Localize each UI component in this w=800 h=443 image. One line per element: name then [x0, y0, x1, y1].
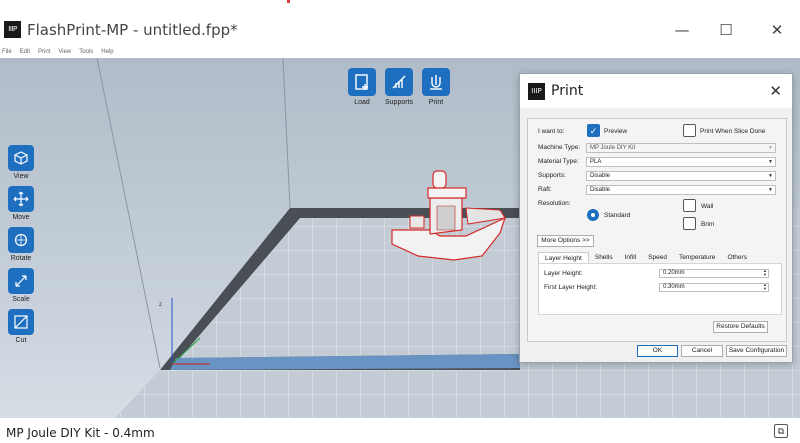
brim-checkbox[interactable] — [683, 217, 696, 230]
title-bar: IIIP FlashPrint-MP - untitled.fpp* — ☐ ✕ — [0, 0, 800, 46]
machine-type-select[interactable]: MP Joule DIY Kit ▼ — [586, 143, 776, 153]
supports-value: Disable — [590, 173, 611, 179]
window-title: FlashPrint-MP - untitled.fpp* — [27, 21, 238, 39]
chevron-down-icon: ▼ — [768, 173, 773, 179]
chevron-down-icon: ▼ — [768, 145, 773, 151]
frame-edge-back — [282, 58, 291, 209]
machine-type-value: MP Joule DIY Kit — [590, 145, 636, 151]
print-icon[interactable] — [422, 68, 450, 96]
material-type-label: Material Type: — [538, 158, 579, 165]
move-tool[interactable]: Move — [6, 186, 36, 221]
load-tool[interactable]: Load — [342, 68, 382, 106]
supports-icon[interactable] — [385, 68, 413, 96]
cut-tool[interactable]: Cut — [6, 309, 36, 344]
material-type-value: PLA — [590, 159, 602, 165]
load-icon[interactable] — [348, 68, 376, 96]
preview-label: Preview — [604, 128, 628, 135]
menu-tools[interactable]: Tools — [79, 46, 93, 58]
cancel-button[interactable]: Cancel — [681, 345, 723, 357]
app-logo: IIIP — [4, 21, 21, 38]
view-label: View — [13, 173, 29, 180]
minimize-button[interactable]: — — [674, 22, 690, 38]
dialog-title-bar: IIIP Print ✕ — [520, 74, 792, 108]
wall-label: Wall — [701, 203, 714, 210]
tab-layer-height[interactable]: Layer Height — [538, 252, 589, 263]
spinner-arrows-icon[interactable]: ▲ ▼ — [763, 269, 767, 277]
settings-tabs: Layer Height Shells Infill Speed Tempera… — [538, 252, 753, 263]
supports-tool[interactable]: Supports — [379, 68, 419, 106]
first-layer-height-spinbox[interactable]: 0.30mm ▲ ▼ — [659, 283, 769, 292]
status-expand-icon[interactable]: ⧉ — [774, 424, 788, 438]
i-want-to-label: I want to: — [538, 128, 565, 135]
cut-label: Cut — [15, 337, 27, 344]
menu-file[interactable]: File — [2, 46, 12, 58]
first-layer-height-value: 0.30mm — [663, 284, 685, 290]
scale-icon[interactable] — [8, 268, 34, 294]
chevron-down-icon: ▼ — [768, 187, 773, 193]
indicator-dot — [287, 0, 290, 3]
cut-icon[interactable] — [8, 309, 34, 335]
tab-temperature[interactable]: Temperature — [673, 252, 722, 263]
menu-view[interactable]: View — [58, 46, 71, 58]
brim-label: Brim — [701, 221, 715, 228]
move-label: Move — [12, 214, 30, 221]
chevron-down-icon: ▼ — [768, 159, 773, 165]
menu-help[interactable]: Help — [101, 46, 113, 58]
supports-label: Supports: — [538, 172, 566, 179]
more-options-button[interactable]: More Options >> — [537, 235, 594, 247]
dialog-logo: IIIP — [528, 83, 545, 100]
menu-print[interactable]: Print — [38, 46, 50, 58]
supports-select[interactable]: Disable ▼ — [586, 171, 776, 181]
layer-height-spinbox[interactable]: 0.20mm ▲ ▼ — [659, 269, 769, 278]
layer-height-panel: Layer Height: 0.20mm ▲ ▼ First Layer Heigh… — [538, 263, 782, 315]
first-layer-height-label: First Layer Height: — [544, 284, 598, 291]
wall-checkbox[interactable] — [683, 199, 696, 212]
tab-speed[interactable]: Speed — [642, 252, 673, 263]
print-label: Print — [428, 99, 444, 106]
close-button[interactable]: ✕ — [769, 22, 785, 38]
print-when-slice-done-checkbox[interactable] — [683, 124, 696, 137]
move-icon[interactable] — [8, 186, 34, 212]
raft-select[interactable]: Disable ▼ — [586, 185, 776, 195]
maximize-button[interactable]: ☐ — [718, 22, 734, 38]
status-bar: MP Joule DIY Kit - 0.4mm ⧉ — [0, 418, 800, 443]
status-text: MP Joule DIY Kit - 0.4mm — [6, 426, 155, 440]
restore-defaults-button[interactable]: Restore Defaults — [713, 321, 768, 333]
view-tool[interactable]: View — [6, 145, 36, 180]
resolution-label: Resolution: — [538, 200, 571, 207]
machine-type-label: Machine Type: — [538, 144, 581, 151]
layer-height-value: 0.20mm — [663, 270, 685, 276]
menu-bar: File Edit Print View Tools Help — [0, 46, 114, 58]
supports-label: Supports — [384, 99, 414, 106]
raft-label: Raft: — [538, 186, 552, 193]
rotate-icon[interactable] — [8, 227, 34, 253]
scale-tool[interactable]: Scale — [6, 268, 36, 303]
menu-edit[interactable]: Edit — [20, 46, 30, 58]
dialog-title: Print — [551, 83, 584, 99]
print-tool[interactable]: Print — [416, 68, 456, 106]
preview-checkbox[interactable]: ✓ — [587, 124, 600, 137]
tab-shells[interactable]: Shells — [589, 252, 619, 263]
tab-infill[interactable]: Infill — [619, 252, 643, 263]
material-type-select[interactable]: PLA ▼ — [586, 157, 776, 167]
spinner-arrows-icon[interactable]: ▲ ▼ — [763, 283, 767, 291]
ok-button[interactable]: OK — [637, 345, 678, 357]
raft-value: Disable — [590, 187, 611, 193]
frame-edge-left — [96, 58, 161, 369]
load-label: Load — [354, 99, 370, 106]
cube-view-icon[interactable] — [8, 145, 34, 171]
save-configuration-button[interactable]: Save Configuration — [726, 345, 787, 357]
rotate-label: Rotate — [10, 255, 32, 262]
layer-height-label: Layer Height: — [544, 270, 583, 277]
print-when-slice-done-label: Print When Slice Done — [700, 128, 766, 135]
svg-text:z: z — [159, 302, 162, 308]
dialog-close-button[interactable]: ✕ — [769, 82, 782, 100]
tab-others[interactable]: Others — [721, 252, 753, 263]
standard-radio[interactable] — [587, 209, 599, 221]
standard-label: Standard — [604, 212, 631, 219]
print-dialog: IIIP Print ✕ I want to: ✓ Preview Print … — [519, 73, 793, 363]
rotate-tool[interactable]: Rotate — [6, 227, 36, 262]
scale-label: Scale — [12, 296, 30, 303]
print-settings-panel: I want to: ✓ Preview Print When Slice Do… — [527, 118, 787, 342]
